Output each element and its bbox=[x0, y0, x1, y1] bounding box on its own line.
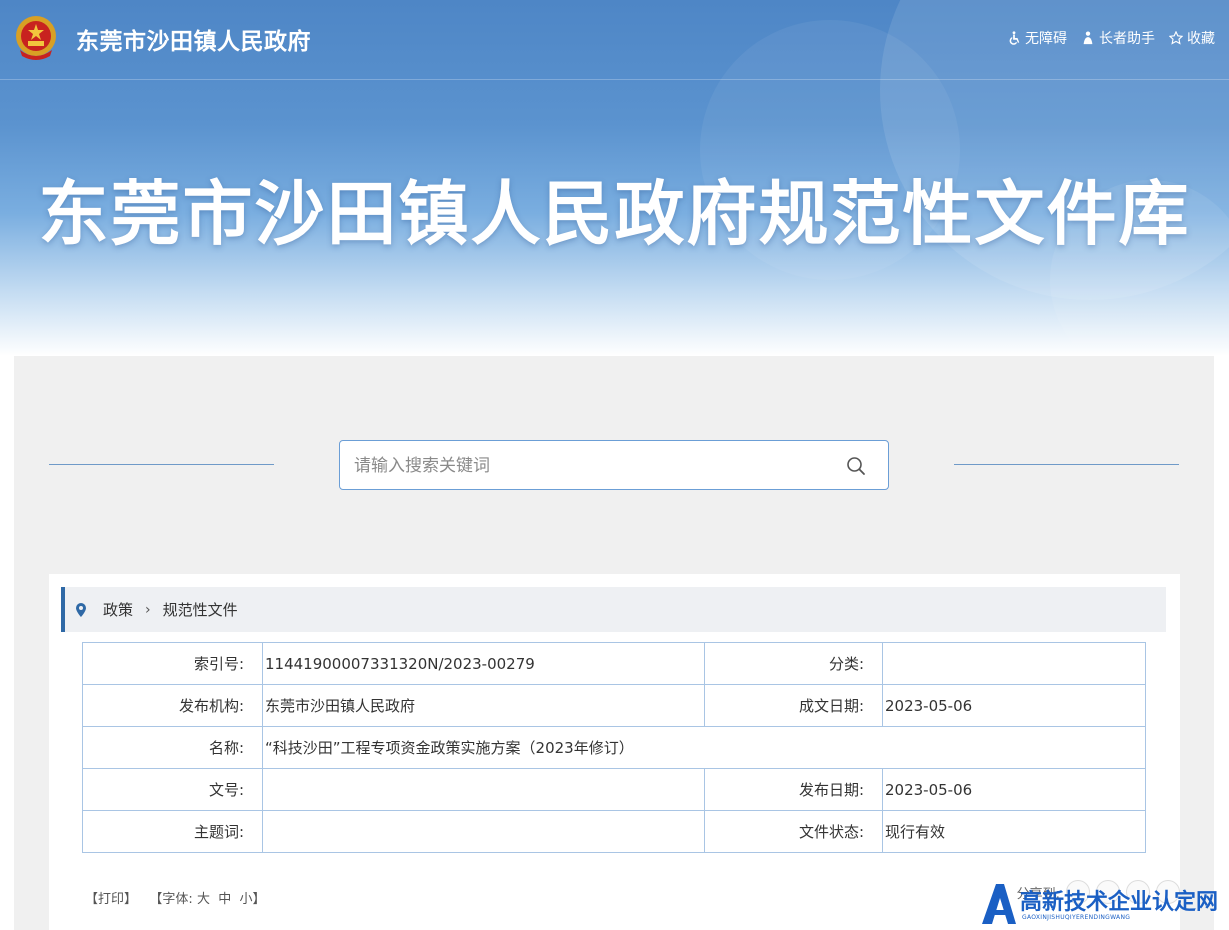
watermark-logo-icon bbox=[982, 884, 1016, 924]
location-pin-icon bbox=[76, 602, 86, 617]
index-value: 11441900007331320N/2023-00279 bbox=[262, 642, 705, 685]
header-toolbar: 无障碍 长者助手 收藏 bbox=[1007, 28, 1215, 48]
category-value bbox=[882, 642, 1146, 685]
doc-number-label: 文号: bbox=[82, 768, 263, 811]
table-row: 发布机构: 东莞市沙田镇人民政府 成文日期: 2023-05-06 bbox=[82, 684, 1146, 727]
chevron-right-icon: › bbox=[145, 601, 151, 618]
top-bar: 东莞市沙田镇人民政府 无障碍 长者助手 收藏 bbox=[0, 0, 1229, 80]
status-label: 文件状态: bbox=[704, 810, 883, 853]
national-emblem-icon bbox=[16, 16, 56, 60]
watermark-title: 高新技术企业认定网 bbox=[1020, 890, 1219, 915]
accessibility-label: 无障碍 bbox=[1025, 31, 1067, 47]
name-label: 名称: bbox=[82, 726, 263, 769]
publish-date-label: 发布日期: bbox=[704, 768, 883, 811]
font-medium-button[interactable]: 中 bbox=[218, 892, 231, 907]
divider-right bbox=[954, 464, 1179, 465]
keywords-value bbox=[262, 810, 705, 853]
written-date-label: 成文日期: bbox=[704, 684, 883, 727]
banner-title: 东莞市沙田镇人民政府规范性文件库 bbox=[38, 173, 1191, 255]
font-large-button[interactable]: 大 bbox=[197, 892, 210, 907]
font-small-button[interactable]: 小 bbox=[240, 892, 253, 907]
publisher-label: 发布机构: bbox=[82, 684, 263, 727]
table-row: 名称: “科技沙田”工程专项资金政策实施方案（2023年修订） bbox=[82, 726, 1146, 769]
star-icon bbox=[1169, 31, 1183, 45]
table-row: 文号: 发布日期: 2023-05-06 bbox=[82, 768, 1146, 811]
table-row: 主题词: 文件状态: 现行有效 bbox=[82, 810, 1146, 853]
favorite-label: 收藏 bbox=[1187, 31, 1215, 47]
search-icon[interactable] bbox=[846, 456, 866, 476]
search-box bbox=[339, 440, 889, 490]
status-value: 现行有效 bbox=[882, 810, 1146, 853]
breadcrumb-policy[interactable]: 政策 bbox=[103, 599, 133, 620]
written-date-value: 2023-05-06 bbox=[882, 684, 1146, 727]
site-name[interactable]: 东莞市沙田镇人民政府 bbox=[76, 22, 311, 56]
category-label: 分类: bbox=[704, 642, 883, 685]
watermark-subtitle: GAOXINJISHUQIYERENDINGWANG bbox=[1022, 914, 1131, 921]
publish-date-value: 2023-05-06 bbox=[882, 768, 1146, 811]
publisher-value: 东莞市沙田镇人民政府 bbox=[262, 684, 705, 727]
wheelchair-icon bbox=[1009, 31, 1020, 45]
keywords-label: 主题词: bbox=[82, 810, 263, 853]
main-panel: 政策 › 规范性文件 索引号: 11441900007331320N/2023-… bbox=[14, 356, 1214, 930]
document-meta-table: 索引号: 11441900007331320N/2023-00279 分类: 发… bbox=[82, 642, 1146, 853]
name-value: “科技沙田”工程专项资金政策实施方案（2023年修订） bbox=[262, 726, 1146, 769]
index-label: 索引号: bbox=[82, 642, 263, 685]
doc-number-value bbox=[262, 768, 705, 811]
elder-helper-label: 长者助手 bbox=[1099, 31, 1155, 47]
document-card: 政策 › 规范性文件 索引号: 11441900007331320N/2023-… bbox=[49, 574, 1180, 930]
divider-left bbox=[49, 464, 274, 465]
favorite-button[interactable]: 收藏 bbox=[1169, 28, 1215, 48]
accessibility-button[interactable]: 无障碍 bbox=[1007, 28, 1067, 48]
elder-helper-button[interactable]: 长者助手 bbox=[1081, 28, 1155, 48]
page-tools: 【打印】 【字体: 大 中 小】 bbox=[85, 888, 266, 907]
breadcrumb-normative-docs[interactable]: 规范性文件 bbox=[163, 599, 238, 620]
elder-icon bbox=[1083, 31, 1093, 45]
breadcrumb: 政策 › 规范性文件 bbox=[61, 587, 1166, 632]
print-button[interactable]: 【打印】 bbox=[85, 892, 137, 907]
table-row: 索引号: 11441900007331320N/2023-00279 分类: bbox=[82, 642, 1146, 685]
font-size-prefix: 【字体: bbox=[149, 892, 193, 907]
search-input[interactable] bbox=[354, 453, 834, 479]
header-banner: 东莞市沙田镇人民政府 无障碍 长者助手 收藏 东莞市沙田镇人民政府规范性文件库 bbox=[0, 0, 1229, 356]
watermark: 高新技术企业认定网 GAOXINJISHUQIYERENDINGWANG bbox=[980, 880, 1229, 930]
font-size-suffix: 】 bbox=[252, 892, 266, 907]
